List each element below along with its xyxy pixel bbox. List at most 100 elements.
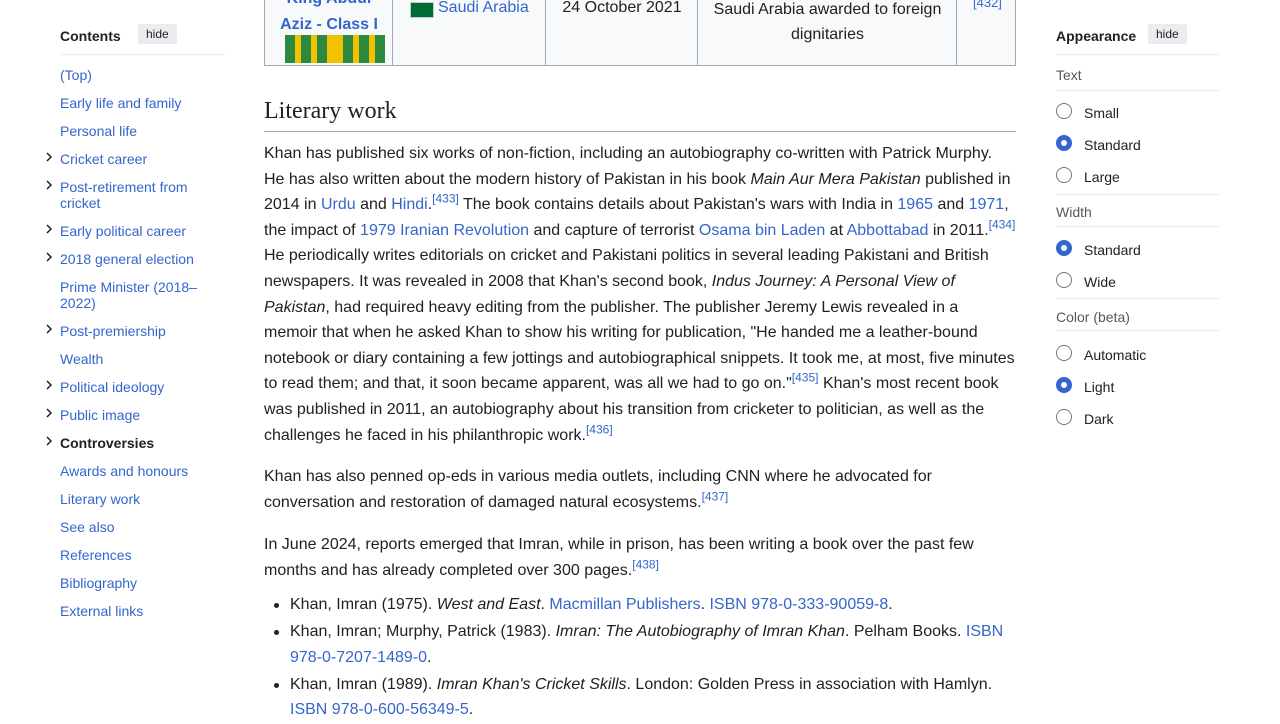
toc-item[interactable]: Political ideology — [46, 379, 205, 395]
radio-button[interactable] — [1056, 240, 1072, 256]
toc-item[interactable]: Early political career — [46, 223, 205, 239]
toc-item-label: Personal life — [60, 123, 138, 139]
award-date: 24 October 2021 — [562, 0, 682, 16]
toc-item[interactable]: (Top) — [60, 67, 205, 83]
toc-item-label: Post-premiership — [60, 323, 166, 339]
chevron-right-icon[interactable] — [44, 408, 54, 418]
book-title-main-aur-mera-pakistan: Main Aur Mera Pakistan — [750, 170, 921, 188]
link-1971-war[interactable]: 1971 — [969, 196, 1005, 213]
toc-item[interactable]: See also — [60, 519, 205, 535]
link-1965-war[interactable]: 1965 — [897, 196, 933, 213]
toc-item-label: Early political career — [60, 223, 187, 239]
reference-438[interactable]: [438] — [632, 557, 659, 571]
link-abbottabad[interactable]: Abbottabad — [847, 222, 929, 239]
bibliography-item: Khan, Imran (1989). Imran Khan's Cricket… — [274, 672, 1016, 723]
isbn-link[interactable]: ISBN 978-0-600-56349-5 — [290, 701, 469, 718]
link-iranian-revolution[interactable]: 1979 Iranian Revolution — [360, 222, 529, 239]
isbn-link[interactable]: ISBN 978-0-333-90059-8 — [709, 596, 888, 613]
saudi-flag-icon — [410, 2, 434, 18]
chevron-right-icon[interactable] — [44, 252, 54, 262]
toc-item-label: Cricket career — [60, 151, 148, 167]
text-run: . — [427, 648, 432, 666]
chevron-right-icon[interactable] — [44, 224, 54, 234]
toc-title: Contents — [60, 28, 121, 44]
toc-item-label: See also — [60, 519, 115, 535]
award-country-link[interactable]: Saudi Arabia — [438, 0, 529, 19]
toc-hide-button[interactable]: hide — [138, 24, 177, 44]
text-run: Khan, Imran (1989). — [290, 675, 437, 693]
width-heading: Width — [1056, 204, 1092, 220]
toc-item[interactable]: Awards and honours — [60, 463, 205, 479]
toc-item[interactable]: 2018 general election — [46, 251, 205, 267]
toc-item[interactable]: Prime Minister (2018–2022) — [60, 279, 205, 311]
toc-item[interactable]: Wealth — [60, 351, 205, 367]
publisher-link[interactable]: Macmillan Publishers — [549, 596, 700, 613]
award-note-cell: Saudi Arabia awarded to foreign dignitar… — [698, 0, 957, 66]
chevron-right-icon[interactable] — [44, 152, 54, 162]
chevron-right-icon[interactable] — [44, 436, 54, 446]
radio-button[interactable] — [1056, 345, 1072, 361]
link-hindi[interactable]: Hindi — [391, 196, 427, 213]
toc-item-label: References — [60, 547, 132, 563]
awards-table-row: King Abdul Aziz - Class I Saudi Arabia 2… — [264, 0, 1016, 66]
text-run: . — [888, 596, 893, 613]
radio-label: Standard — [1084, 137, 1141, 153]
toc-item[interactable]: Bibliography — [60, 575, 205, 591]
award-ribbon-image — [285, 35, 385, 63]
toc-item-label: Wealth — [60, 351, 104, 367]
radio-label: Standard — [1084, 242, 1141, 258]
reference-433[interactable]: [433] — [432, 192, 459, 206]
toc-item-label: External links — [60, 603, 144, 619]
radio-button[interactable] — [1056, 377, 1072, 393]
bibliography-list: Khan, Imran (1975). West and East. Macmi… — [264, 592, 1016, 724]
toc-header: Contents hide — [60, 24, 225, 55]
chevron-right-icon[interactable] — [44, 324, 54, 334]
toc-item[interactable]: Public image — [46, 407, 205, 423]
reference-437[interactable]: [437] — [702, 489, 729, 503]
award-ref-link[interactable]: [432] — [973, 0, 1002, 10]
appearance-hide-button[interactable]: hide — [1148, 24, 1187, 44]
toc-item-label: Controversies — [60, 435, 155, 451]
toc-item[interactable]: Personal life — [60, 123, 205, 139]
reference-436[interactable]: [436] — [586, 422, 613, 436]
bibliography-item: Khan, Imran; Murphy, Patrick (1983). Imr… — [274, 619, 1016, 670]
text-size-heading: Text — [1056, 67, 1082, 83]
chevron-right-icon[interactable] — [44, 180, 54, 190]
text-run: . — [468, 701, 474, 719]
radio-button[interactable] — [1056, 103, 1072, 119]
radio-button[interactable] — [1056, 135, 1072, 151]
book-title: Imran: The Autobiography of Imran Khan — [555, 623, 845, 641]
award-name-line1[interactable]: King Abdul — [265, 0, 393, 12]
toc-item-label: Bibliography — [60, 575, 138, 591]
bibliography-item: Khan, Imran (1975). West and East. Macmi… — [274, 592, 1016, 618]
toc-item-label: Post-retirement from cricket — [60, 179, 188, 211]
toc-item[interactable]: Early life and family — [60, 95, 205, 111]
chevron-right-icon[interactable] — [44, 380, 54, 390]
link-urdu[interactable]: Urdu — [321, 196, 356, 213]
text-run: . Pelham Books. — [844, 623, 966, 641]
award-date-cell: 24 October 2021 — [546, 0, 698, 66]
radio-label: Light — [1084, 379, 1115, 395]
reference-434[interactable]: [434] — [989, 217, 1016, 231]
toc-item[interactable]: Post-retirement from cricket — [46, 179, 205, 211]
appearance-header: Appearance hide — [1056, 24, 1220, 55]
toc-item[interactable]: Cricket career — [46, 151, 205, 167]
link-osama-bin-laden[interactable]: Osama bin Laden — [699, 222, 825, 239]
color-heading: Color (beta) — [1056, 309, 1130, 325]
reference-435[interactable]: [435] — [792, 371, 819, 385]
toc-item-label: (Top) — [60, 67, 92, 83]
book-title: West and East — [436, 596, 541, 613]
toc-item[interactable]: Controversies — [46, 435, 205, 451]
book-title: Imran Khan's Cricket Skills — [436, 675, 627, 693]
toc-item[interactable]: Post-premiership — [46, 323, 205, 339]
toc-item[interactable]: Literary work — [60, 491, 205, 507]
text-run: in 2011. — [928, 221, 989, 239]
radio-button[interactable] — [1056, 272, 1072, 288]
text-run: at — [825, 221, 847, 239]
toc-item[interactable]: References — [60, 547, 205, 563]
toc-item-label: Literary work — [60, 491, 141, 507]
radio-button[interactable] — [1056, 167, 1072, 183]
toc-item[interactable]: External links — [60, 603, 205, 619]
radio-label: Dark — [1084, 411, 1114, 427]
radio-button[interactable] — [1056, 409, 1072, 425]
